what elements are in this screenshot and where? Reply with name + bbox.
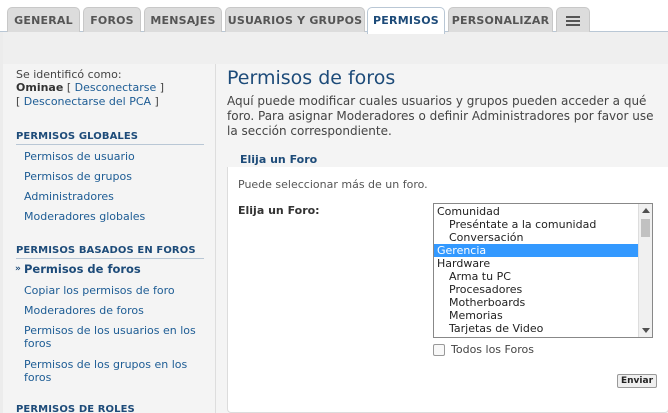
tab-general[interactable]: GENERAL — [7, 7, 80, 33]
forum-option[interactable]: Hardware — [434, 257, 638, 270]
logout-pca-link[interactable]: Desconectarse del PCA — [24, 95, 151, 108]
sidebar-item-moderadores-de-foros[interactable]: Moderadores de foros — [24, 304, 209, 317]
forum-option-selected[interactable]: Gerencia — [434, 244, 638, 257]
section-title-permisos-basados-en-foros: PERMISOS BASADOS EN FOROS — [16, 245, 204, 259]
page-title: Permisos de foros — [227, 67, 396, 89]
forum-option[interactable]: Tarjetas de Video — [434, 322, 638, 335]
tab-menu[interactable] — [556, 7, 590, 33]
all-forums-option[interactable]: Todos los Foros — [433, 343, 534, 356]
identified-as-label: Se identificó como: — [16, 68, 122, 81]
forum-option[interactable]: Motherboards — [434, 296, 638, 309]
tab-foros[interactable]: FOROS — [83, 7, 141, 33]
choose-forum-fieldset: Elija un Foro Puede seleccionar más de u… — [227, 153, 668, 413]
forum-option[interactable]: Conversación — [434, 231, 638, 244]
main-content: Permisos de foros Aquí puede modificar c… — [225, 64, 668, 413]
tab-permisos[interactable]: PERMISOS — [367, 7, 445, 34]
logout-pca-line: [ Desconectarse del PCA ] — [16, 95, 159, 108]
section-title-permisos-globales: PERMISOS GLOBALES — [16, 131, 204, 145]
tab-personalizar[interactable]: PERSONALIZAR — [448, 7, 553, 33]
hamburger-menu-icon — [566, 15, 580, 26]
forum-option[interactable]: Procesadores — [434, 283, 638, 296]
tab-usuarios-y-grupos[interactable]: USUARIOS Y GRUPOS — [225, 7, 365, 33]
sidebar-item-moderadores-globales[interactable]: Moderadores globales — [24, 210, 209, 223]
active-bullet-icon: » — [15, 264, 21, 274]
sidebar-item-permisos-de-usuario[interactable]: Permisos de usuario — [24, 150, 209, 163]
sidebar-item-copiar-permisos[interactable]: Copiar los permisos de foro — [24, 284, 209, 297]
fieldset-legend: Elija un Foro — [238, 153, 320, 166]
bracket-close: ] — [159, 81, 165, 94]
sidebar-item-permisos-de-grupos[interactable]: Permisos de grupos — [24, 170, 209, 183]
sidebar-item-permisos-grupos-foros[interactable]: Permisos de los grupos en los foros — [24, 358, 209, 384]
scrollbar-thumb[interactable] — [641, 219, 650, 237]
forum-option[interactable]: Arma tu PC — [434, 270, 638, 283]
bracket-close-pca: ] — [154, 95, 159, 108]
forum-select-list[interactable]: Comunidad Preséntate a la comunidad Conv… — [433, 203, 653, 338]
submit-button[interactable]: Enviar — [617, 374, 657, 388]
all-forums-checkbox[interactable] — [433, 343, 445, 356]
all-forums-label: Todos los Foros — [451, 343, 534, 356]
multi-select-hint: Puede seleccionar más de un foro. — [238, 178, 428, 191]
user-line: Ominae [ Desconectarse ] — [16, 81, 164, 94]
forum-option[interactable]: Preséntate a la comunidad — [434, 218, 638, 231]
logout-link[interactable]: Desconectarse — [75, 81, 157, 94]
tab-mensajes[interactable]: MENSAJES — [144, 7, 222, 33]
header-band — [3, 32, 668, 64]
bracket-open: [ — [66, 81, 72, 94]
forum-option[interactable]: Memorias — [434, 309, 638, 322]
scroll-down-icon[interactable] — [642, 328, 650, 333]
sidebar-item-permisos-usuarios-foros[interactable]: Permisos de los usuarios en los foros — [24, 324, 209, 350]
choose-forum-label: Elija un Foro: — [238, 204, 320, 217]
page-description: Aquí puede modificar cuales usuarios y g… — [227, 94, 654, 138]
scroll-up-icon[interactable] — [642, 208, 650, 213]
sidebar-item-permisos-de-foros[interactable]: Permisos de foros — [24, 263, 209, 276]
username: Ominae — [16, 81, 64, 94]
forum-list-scrollbar[interactable] — [638, 204, 652, 337]
sidebar-item-administradores[interactable]: Administradores — [24, 190, 209, 203]
tab-bar: GENERAL FOROS MENSAJES USUARIOS Y GRUPOS… — [0, 0, 668, 34]
bracket-open-pca: [ — [16, 95, 21, 108]
section-title-permisos-de-roles: PERMISOS DE ROLES — [16, 404, 204, 413]
forum-option[interactable]: Comunidad — [434, 205, 638, 218]
page: Se identificó como: Ominae [ Desconectar… — [0, 32, 668, 413]
sidebar: Se identificó como: Ominae [ Desconectar… — [3, 64, 216, 413]
